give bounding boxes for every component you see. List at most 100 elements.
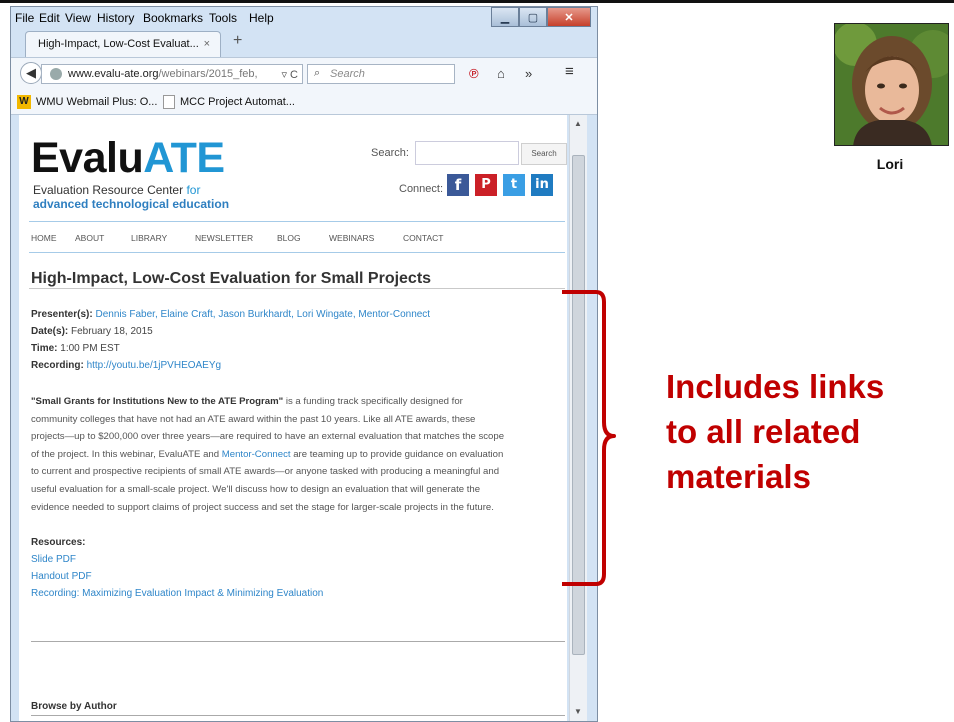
nav-newsletter[interactable]: NEWSLETTER <box>195 233 253 243</box>
evaluate-logo[interactable]: EvaluATE <box>31 137 225 180</box>
overflow-icon[interactable]: » <box>525 66 532 81</box>
resource-recording-link[interactable]: Recording: Maximizing Evaluation Impact … <box>31 588 323 599</box>
bookmark-wmu[interactable]: W WMU Webmail Plus: O... <box>17 95 157 109</box>
recording-link[interactable]: http://youtu.be/1jPVHEOAEYg <box>87 360 222 371</box>
bookmarks-toolbar: W WMU Webmail Plus: O... MCC Project Aut… <box>11 89 597 115</box>
hamburger-menu-icon[interactable]: ≡ <box>565 63 574 80</box>
pinterest-icon[interactable]: ℗ <box>469 66 479 81</box>
resources-label: Resources: <box>31 537 86 548</box>
mentor-connect-link[interactable]: Mentor-Connect <box>222 449 291 460</box>
logo-text-main: Evalu <box>31 134 144 182</box>
resource-slide-pdf-link[interactable]: Slide PDF <box>31 554 76 565</box>
callout-line-3: materials <box>666 458 811 495</box>
search-icon: ⌕ <box>314 67 321 79</box>
home-icon[interactable]: ⌂ <box>497 66 505 81</box>
browser-window: File Edit View History Bookmarks Tools H… <box>10 6 598 722</box>
nav-home[interactable]: HOME <box>31 233 57 243</box>
nav-blog[interactable]: BLOG <box>277 233 301 243</box>
description-line-6: useful evaluation for a small-scale proj… <box>31 483 481 495</box>
minimize-button[interactable]: ▁ <box>491 7 519 27</box>
description-paragraph: "Small Grants for Institutions New to th… <box>31 393 561 516</box>
browser-search-input[interactable]: ⌕ Search <box>307 64 455 84</box>
tab-close-icon[interactable]: × <box>204 38 210 50</box>
recording-label: Recording: <box>31 360 84 371</box>
date-row: Date(s): February 18, 2015 <box>31 326 153 337</box>
content-divider <box>31 641 565 642</box>
time-label: Time: <box>31 343 58 354</box>
page-title: High-Impact, Low-Cost Evaluation for Sma… <box>31 270 432 287</box>
browser-tab[interactable]: High-Impact, Low-Cost Evaluat... × <box>25 31 221 57</box>
url-path: /webinars/2015_feb, <box>158 68 258 80</box>
menu-file[interactable]: File <box>15 11 34 25</box>
logo-tagline-2: advanced technological education <box>33 197 230 211</box>
description-bold: "Small Grants for Institutions New to th… <box>31 396 284 407</box>
date-label: Date(s): <box>31 326 69 337</box>
nav-contact[interactable]: CONTACT <box>403 233 443 243</box>
close-window-button[interactable]: ✕ <box>547 7 591 27</box>
description-line-1: is a funding track specifically designed… <box>283 396 463 407</box>
callout-line-1: Includes links <box>666 368 885 405</box>
presenters-links[interactable]: Dennis Faber, Elaine Craft, Jason Burkha… <box>95 309 430 320</box>
new-tab-button[interactable]: + <box>233 32 242 50</box>
nav-webinars[interactable]: WEBINARS <box>329 233 374 243</box>
linkedin-icon[interactable]: in <box>531 174 553 196</box>
bookmark-wmu-label: WMU Webmail Plus: O... <box>36 96 158 108</box>
logo-text-accent: ATE <box>143 134 225 182</box>
bookmark-mcc[interactable]: MCC Project Automat... <box>163 95 295 109</box>
browse-by-author-heading: Browse by Author <box>31 701 117 712</box>
page-icon <box>163 95 175 109</box>
facebook-icon[interactable]: f <box>447 174 469 196</box>
description-line-2: community colleges that have not had an … <box>31 413 476 425</box>
curly-brace-annotation <box>562 290 616 586</box>
nav-divider-bottom <box>29 252 565 253</box>
annotation-callout: Includes links to all related materials <box>666 364 884 499</box>
site-search-input[interactable] <box>415 141 519 165</box>
presenters-label: Presenter(s): <box>31 309 93 320</box>
maximize-button[interactable]: ▢ <box>519 7 547 27</box>
description-line-4b: are teaming up to provide guidance on ev… <box>290 448 504 460</box>
connect-label: Connect: <box>399 183 444 195</box>
browse-divider <box>31 715 565 716</box>
menu-bookmarks[interactable]: Bookmarks <box>143 11 203 25</box>
menu-view[interactable]: View <box>65 11 91 25</box>
description-line-4a: of the project. In this webinar, EvaluAT… <box>31 448 222 460</box>
title-divider <box>29 288 565 289</box>
window-controls: ▁ ▢ ✕ <box>491 7 591 27</box>
logo-tagline-1: Evaluation Resource Center for <box>33 183 200 197</box>
time-row: Time: 1:00 PM EST <box>31 343 120 354</box>
menu-tools[interactable]: Tools <box>209 11 237 25</box>
globe-icon <box>50 68 62 80</box>
tab-title: High-Impact, Low-Cost Evaluat... <box>38 38 199 50</box>
menu-help[interactable]: Help <box>249 11 274 25</box>
resource-handout-pdf-link[interactable]: Handout PDF <box>31 571 92 582</box>
menu-history[interactable]: History <box>97 11 134 25</box>
tagline-text: Evaluation Resource Center <box>33 183 184 197</box>
url-controls[interactable]: ▿ C <box>278 68 298 81</box>
top-border <box>0 0 954 3</box>
nav-about[interactable]: ABOUT <box>75 233 104 243</box>
menu-edit[interactable]: Edit <box>39 11 60 25</box>
pinterest-social-icon[interactable]: P <box>475 174 497 196</box>
nav-library[interactable]: LIBRARY <box>131 233 167 243</box>
time-value: 1:00 PM EST <box>60 343 120 354</box>
twitter-icon[interactable]: t <box>503 174 525 196</box>
page-viewport: EvaluATE Evaluation Resource Center for … <box>19 115 567 721</box>
callout-line-2: to all related <box>666 413 861 450</box>
nav-divider-top <box>29 221 565 222</box>
presenter-name: Lori <box>876 156 904 172</box>
presenters-row: Presenter(s): Dennis Faber, Elaine Craft… <box>31 309 430 320</box>
site-search-label: Search: <box>371 147 409 159</box>
site-search-button[interactable]: Search <box>521 143 567 165</box>
navigation-toolbar: ◀ www.evalu-ate.org/webinars/2015_feb, ▿… <box>11 57 597 89</box>
scroll-down-icon[interactable]: ▼ <box>574 707 582 716</box>
portrait-image <box>835 24 948 145</box>
recording-row: Recording: http://youtu.be/1jPVHEOAEYg <box>31 360 221 371</box>
url-host: www.evalu-ate.org <box>68 68 159 80</box>
address-bar[interactable]: www.evalu-ate.org/webinars/2015_feb, ▿ C <box>41 64 303 84</box>
wmu-icon: W <box>17 95 31 109</box>
description-line-5: to current and prospective recipients of… <box>31 466 500 478</box>
scroll-up-icon[interactable]: ▲ <box>574 119 582 128</box>
back-button[interactable]: ◀ <box>20 62 42 84</box>
description-line-7: evidence needed to support claims of pro… <box>31 501 494 513</box>
bookmark-mcc-label: MCC Project Automat... <box>180 96 295 108</box>
